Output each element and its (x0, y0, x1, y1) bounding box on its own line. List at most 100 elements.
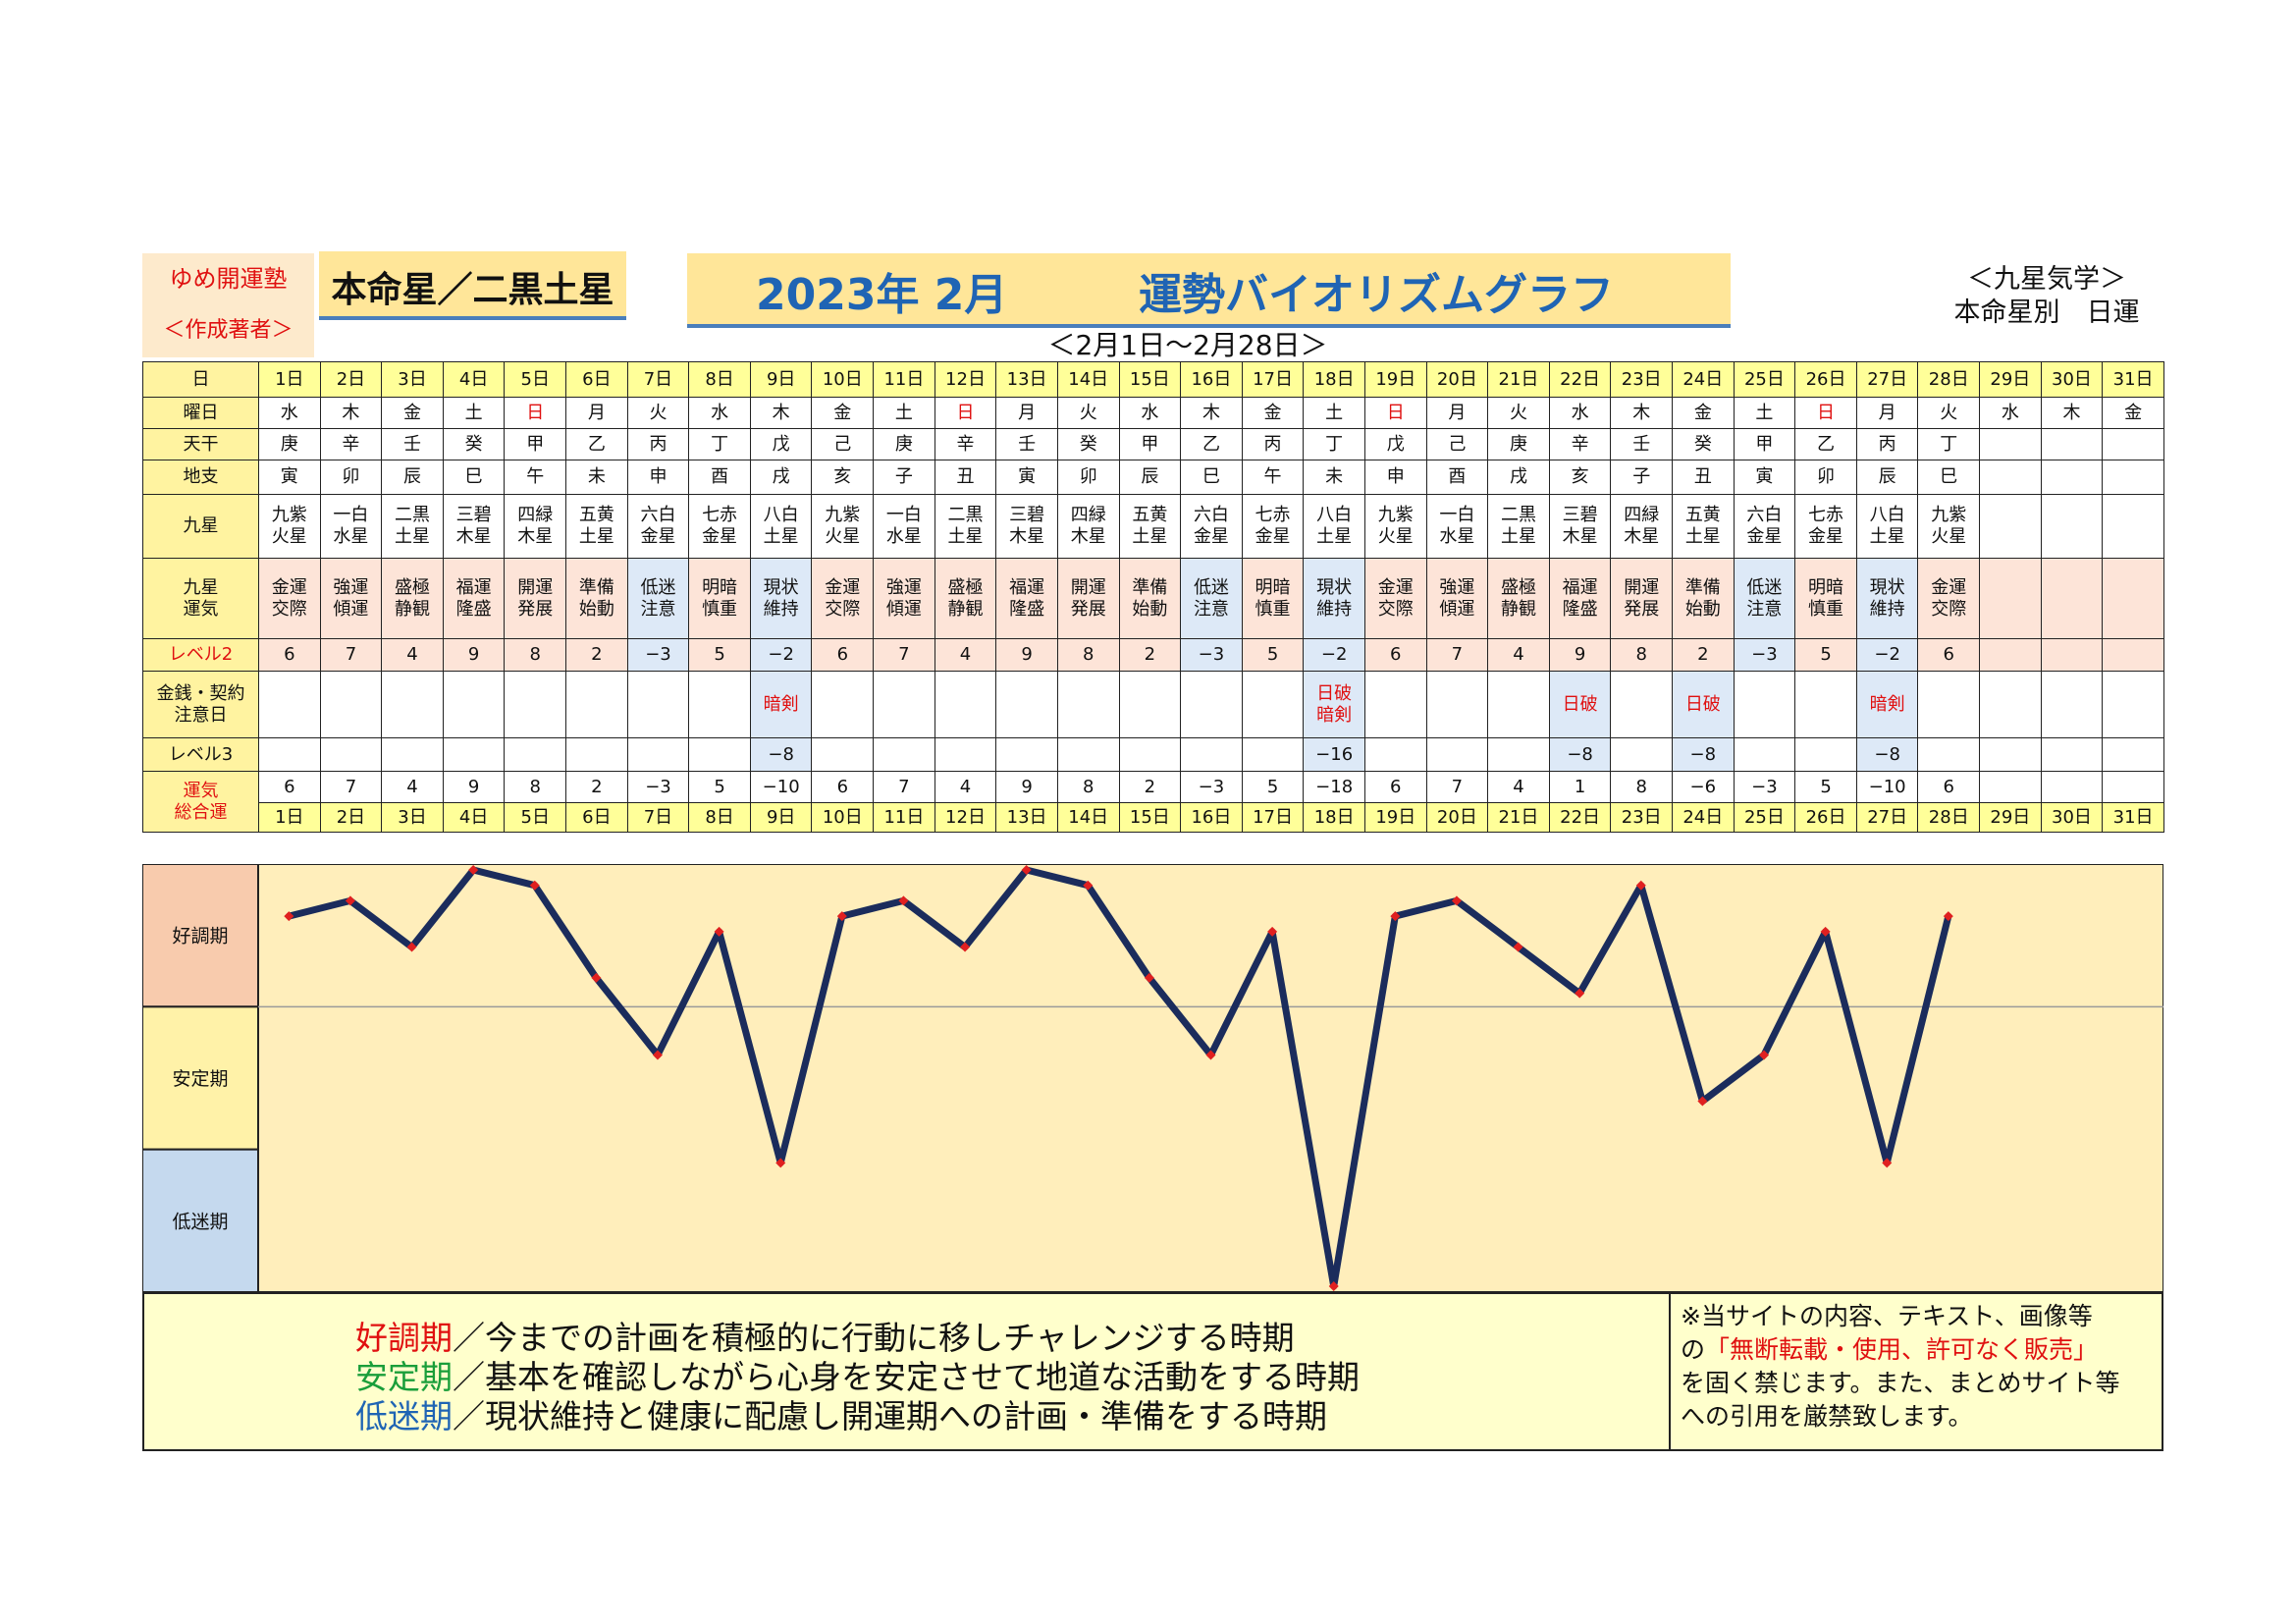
unki-cell: 現状 維持 (1855, 558, 1919, 639)
day-footer-cell: 6日 (565, 802, 628, 833)
weekday-cell: 金 (1241, 397, 1305, 429)
row-chishi: 地支寅卯辰巳午未申酉戌亥子丑寅卯辰巳午未申酉戌亥子丑寅卯辰巳 (142, 460, 2164, 495)
row-level2: レベル2 6 7 4 9 8 2 −3 5 −2 6 7 4 9 8 2 −3 5 −2 6 7 4 9 8 2 −3 5 −2 6 (142, 638, 2164, 672)
kyusei-cell: 七赤 金星 (688, 494, 751, 559)
tenkan-cell: 庚 (258, 428, 321, 460)
row-label-tenkan: 天干 (142, 428, 259, 460)
caution-cell (1979, 671, 2042, 738)
kyusei-cell: 六白 金星 (626, 494, 690, 559)
day-footer-cell: 22日 (1548, 802, 1612, 833)
kyusei-cell (2102, 494, 2164, 559)
day-footer-cell: 23日 (1610, 802, 1674, 833)
level2-cell: −2 (1855, 638, 1919, 672)
unki-cell: 盛極 静観 (934, 558, 997, 639)
weekday-cell: 土 (442, 397, 506, 429)
row-label-kyusei: 九星 (142, 494, 259, 559)
caution-cell (873, 671, 935, 738)
level2-cell: 6 (258, 638, 321, 672)
caution-cell (1118, 671, 1182, 738)
total-cell: 6 (258, 771, 321, 803)
day-cell: 13日 (995, 361, 1058, 398)
weekday-cell: 木 (2040, 397, 2104, 429)
tenkan-cell: 辛 (1548, 428, 1612, 460)
caution-cell (934, 671, 997, 738)
unki-cell: 低迷 注意 (1180, 558, 1243, 639)
day-cell: 17日 (1241, 361, 1305, 398)
legend-low: 低迷期／現状維持と健康に配慮し開運期への計画・準備をする時期 (355, 1390, 1327, 1437)
total-cell: −18 (1303, 771, 1365, 803)
day-footer-cell: 8日 (688, 802, 751, 833)
tenkan-cell: 癸 (442, 428, 506, 460)
day-footer-cell: 28日 (1917, 802, 1981, 833)
day-cell: 22日 (1548, 361, 1612, 398)
day-footer-cell: 2日 (319, 802, 383, 833)
day-footer-cell: 14日 (1056, 802, 1120, 833)
weekday-cell: 土 (873, 397, 935, 429)
weekday-cell: 日 (1363, 397, 1427, 429)
tenkan-cell: 乙 (565, 428, 628, 460)
day-footer-cell: 15日 (1118, 802, 1182, 833)
level2-cell: −3 (1180, 638, 1243, 672)
level2-cell: 7 (873, 638, 935, 672)
kyusei-cell: 八白 土星 (1303, 494, 1365, 559)
title-month: 2023年 2月 (756, 270, 1008, 320)
level2-cell: 2 (1118, 638, 1182, 672)
level2-cell: 8 (1610, 638, 1674, 672)
day-footer-cell: 12日 (934, 802, 997, 833)
caution-cell (2040, 671, 2104, 738)
day-cell: 19日 (1363, 361, 1427, 398)
caution-cell: 日破 (1672, 671, 1735, 738)
day-cell: 28日 (1917, 361, 1981, 398)
level2-cell: 6 (1917, 638, 1981, 672)
tenkan-cell: 甲 (504, 428, 567, 460)
level2-cell: 4 (934, 638, 997, 672)
level3-cell (934, 737, 997, 772)
total-cell: 7 (319, 771, 383, 803)
caution-cell: 日破 (1548, 671, 1612, 738)
row-label-level3: レベル3 (142, 737, 259, 772)
kyusei-cell: 四緑 木星 (504, 494, 567, 559)
org-name: ゆめ開運塾 (169, 265, 288, 293)
day-footer-cell: 11日 (873, 802, 935, 833)
caution-cell (381, 671, 444, 738)
level3-cell: −8 (1548, 737, 1612, 772)
kyusei-cell: 二黒 土星 (934, 494, 997, 559)
tenkan-cell: 己 (1425, 428, 1489, 460)
caution-cell (1056, 671, 1120, 738)
caution-cell (1610, 671, 1674, 738)
day-cell: 11日 (873, 361, 935, 398)
chishi-cell: 未 (565, 460, 628, 495)
caution-cell (1487, 671, 1550, 738)
day-cell: 6日 (565, 361, 628, 398)
row-day: 日 1日 2日 3日 4日 5日 6日 7日 8日 9日 10日 11日 12日 13日 14日 15日 16日… (142, 361, 2164, 398)
caution-cell (1180, 671, 1243, 738)
row-label-day: 日 (142, 361, 259, 398)
chishi-cell (1979, 460, 2042, 495)
legend-low-text: ／現状維持と健康に配慮し開運期への計画・準備をする時期 (453, 1397, 1327, 1435)
level3-cell: −8 (1672, 737, 1735, 772)
row-label-total: 運気 総合運 (142, 771, 259, 833)
level3-cell (1363, 737, 1427, 772)
tenkan-cell: 甲 (1118, 428, 1182, 460)
unki-cell: 金運 交際 (811, 558, 875, 639)
kyusei-cell (1979, 494, 2042, 559)
weekday-cell: 水 (1979, 397, 2042, 429)
tenkan-cell: 壬 (995, 428, 1058, 460)
day-footer-cell: 26日 (1794, 802, 1857, 833)
day-cell: 3日 (381, 361, 444, 398)
tenkan-cell: 乙 (1794, 428, 1857, 460)
level3-cell (1241, 737, 1305, 772)
weekday-cell: 金 (1672, 397, 1735, 429)
chishi-cell (2102, 460, 2164, 495)
caution-cell: 暗剣 (1855, 671, 1919, 738)
total-cell: 5 (1794, 771, 1857, 803)
tenkan-cell: 辛 (934, 428, 997, 460)
page-title: 運勢バイオリズムグラフ (1139, 270, 1614, 320)
total-cell: −10 (749, 771, 813, 803)
tenkan-cell: 壬 (381, 428, 444, 460)
kyusei-cell: 九紫 火星 (1363, 494, 1427, 559)
kyusei-cell: 三碧 木星 (442, 494, 506, 559)
unki-cell (2040, 558, 2104, 639)
day-footer-cell: 5日 (504, 802, 567, 833)
level3-cell (442, 737, 506, 772)
